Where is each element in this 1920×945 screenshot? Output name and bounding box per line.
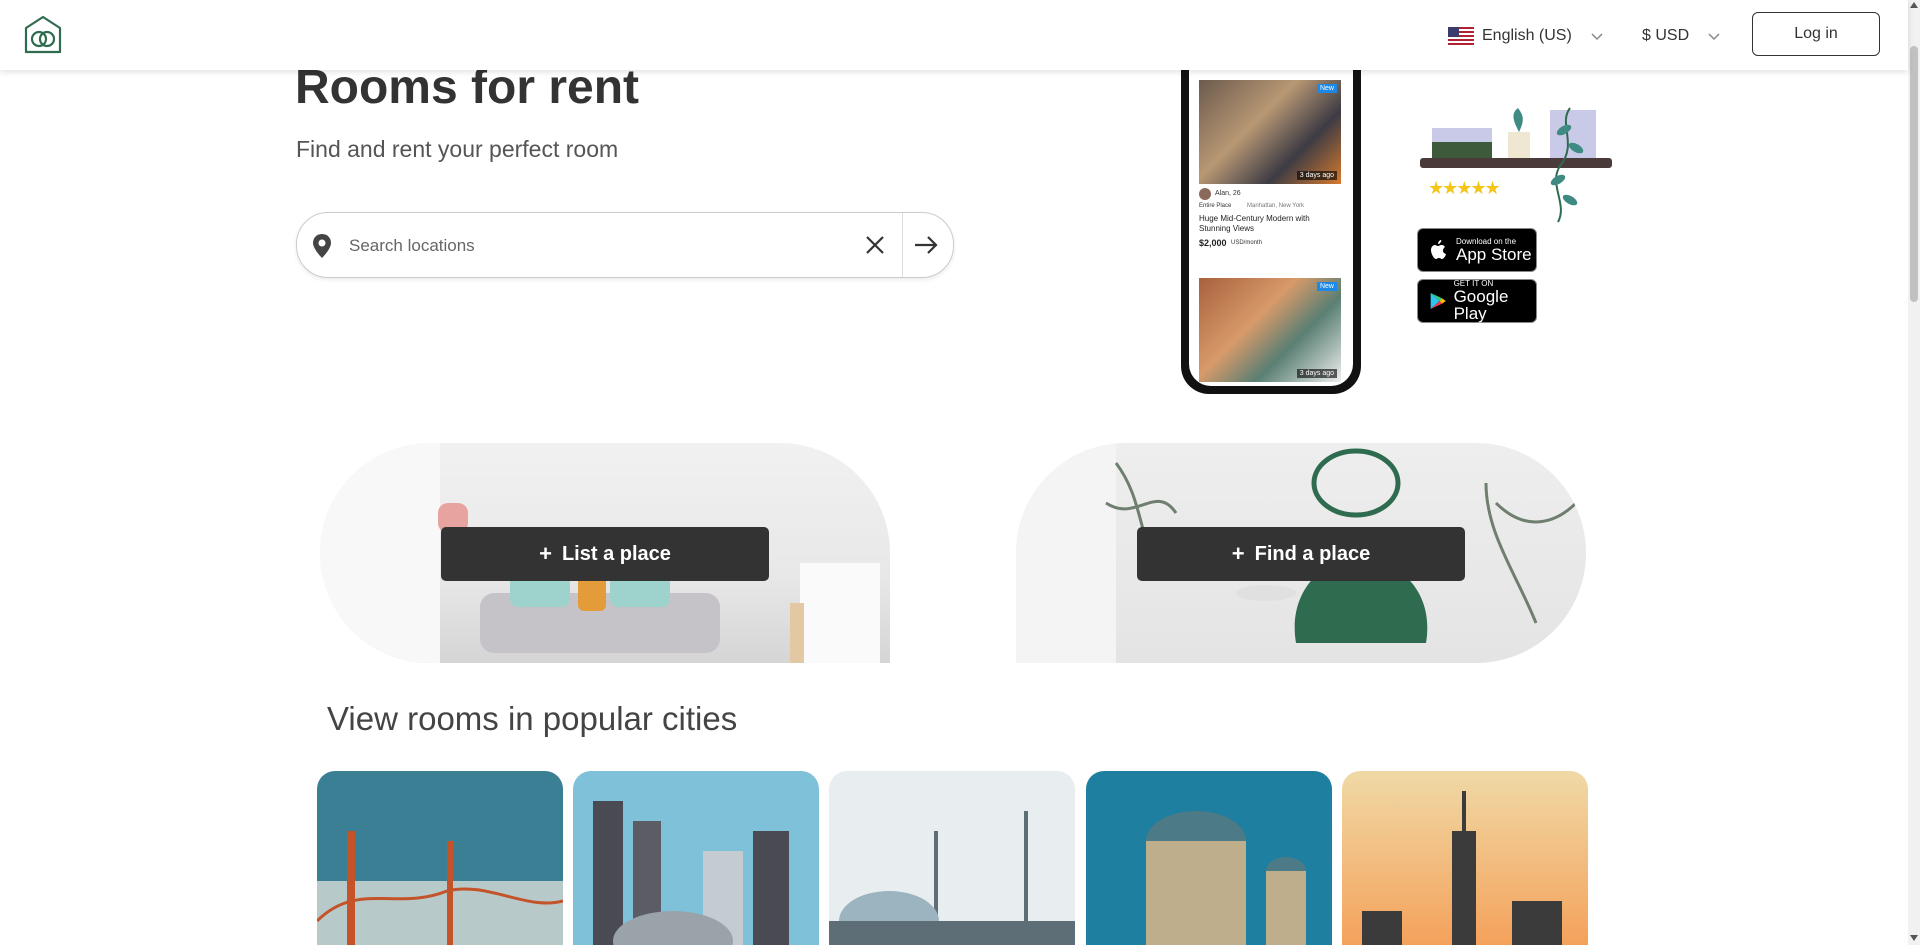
language-label: English (US) bbox=[1482, 27, 1572, 44]
plus-icon: + bbox=[539, 541, 552, 566]
scroll-down-arrow-icon[interactable] bbox=[1910, 935, 1918, 941]
plus-icon: + bbox=[1231, 541, 1245, 566]
find-a-place-card: + Find a place bbox=[1016, 443, 1586, 663]
find-a-place-button[interactable]: + Find a place bbox=[1137, 527, 1465, 581]
chevron-down-icon bbox=[1708, 33, 1720, 41]
search-divider bbox=[902, 213, 903, 277]
avatar bbox=[1199, 188, 1211, 200]
search-input[interactable] bbox=[347, 231, 851, 261]
google-play-icon bbox=[1430, 292, 1446, 310]
rating-stars: ★★★★★ bbox=[1428, 178, 1501, 198]
top-header: English (US) $ USD Log in bbox=[0, 0, 1908, 70]
apple-icon bbox=[1431, 240, 1446, 259]
arrow-right-icon[interactable] bbox=[911, 231, 941, 259]
berlin-cathedral-image bbox=[1086, 771, 1332, 945]
currency-label: $ USD bbox=[1642, 27, 1690, 44]
chicago-skyline-image bbox=[573, 771, 819, 945]
page-scrollbar[interactable] bbox=[1908, 0, 1920, 945]
new-badge: New bbox=[1316, 282, 1337, 291]
listing-age: 3 days ago bbox=[1296, 171, 1337, 180]
shelf-plant-illustration bbox=[1420, 107, 1612, 223]
listing-age: 3 days ago bbox=[1296, 369, 1337, 378]
find-a-place-label: Find a place bbox=[1254, 542, 1371, 565]
phone-mockup: New 3 days ago Alan, 26 Entire Place Man… bbox=[1181, 60, 1361, 394]
google-play-big-text: Google Play bbox=[1453, 287, 1509, 323]
listing-location: Manhattan, New York bbox=[1247, 203, 1305, 209]
listing-user: Alan, 26 bbox=[1215, 190, 1241, 197]
currency-selector[interactable]: $ USD bbox=[1642, 22, 1721, 50]
scrollbar-thumb[interactable] bbox=[1910, 46, 1918, 302]
location-pin-icon bbox=[313, 234, 331, 258]
chevron-down-icon bbox=[1591, 33, 1603, 41]
city-card-istanbul[interactable] bbox=[829, 771, 1075, 945]
location-search-bar bbox=[296, 212, 954, 278]
city-card-berlin[interactable] bbox=[1086, 771, 1332, 945]
language-selector[interactable]: English (US) bbox=[1448, 22, 1604, 50]
google-play-button[interactable]: GET IT ON Google Play bbox=[1417, 279, 1537, 323]
city-card-chicago[interactable] bbox=[573, 771, 819, 945]
istanbul-mosque-image bbox=[829, 771, 1075, 945]
new-york-skyline-image bbox=[1342, 771, 1588, 945]
listing-price: $2,000 bbox=[1199, 238, 1227, 248]
listing-place-type: Entire Place bbox=[1199, 203, 1232, 209]
app-store-big-text: App Store bbox=[1456, 244, 1532, 264]
popular-cities-title: View rooms in popular cities bbox=[327, 700, 738, 737]
page-subtitle: Find and rent your perfect room bbox=[296, 136, 619, 162]
app-store-button[interactable]: Download on the App Store bbox=[1417, 228, 1537, 272]
listing-title: Huge Mid-Century Modern with Stunning Vi… bbox=[1199, 214, 1310, 233]
phone-screen: New 3 days ago Alan, 26 Entire Place Man… bbox=[1189, 60, 1353, 386]
scroll-up-arrow-icon[interactable] bbox=[1910, 2, 1918, 8]
list-a-place-label: List a place bbox=[561, 542, 671, 565]
listing-photo-bedroom: New 3 days ago bbox=[1199, 80, 1341, 184]
list-a-place-button[interactable]: + List a place bbox=[441, 527, 769, 581]
golden-gate-bridge-image bbox=[317, 771, 563, 945]
listing-price-unit: USD/month bbox=[1231, 240, 1263, 246]
city-card-new-york[interactable] bbox=[1342, 771, 1588, 945]
home-logo-icon[interactable] bbox=[22, 14, 64, 56]
city-card-san-francisco[interactable] bbox=[317, 771, 563, 945]
listing-photo-livingroom: New 3 days ago bbox=[1199, 278, 1341, 382]
clear-search-icon[interactable] bbox=[863, 233, 887, 257]
list-a-place-card: + List a place bbox=[320, 443, 890, 663]
us-flag-icon bbox=[1448, 27, 1474, 45]
login-button[interactable]: Log in bbox=[1752, 12, 1880, 56]
new-badge: New bbox=[1316, 84, 1337, 93]
